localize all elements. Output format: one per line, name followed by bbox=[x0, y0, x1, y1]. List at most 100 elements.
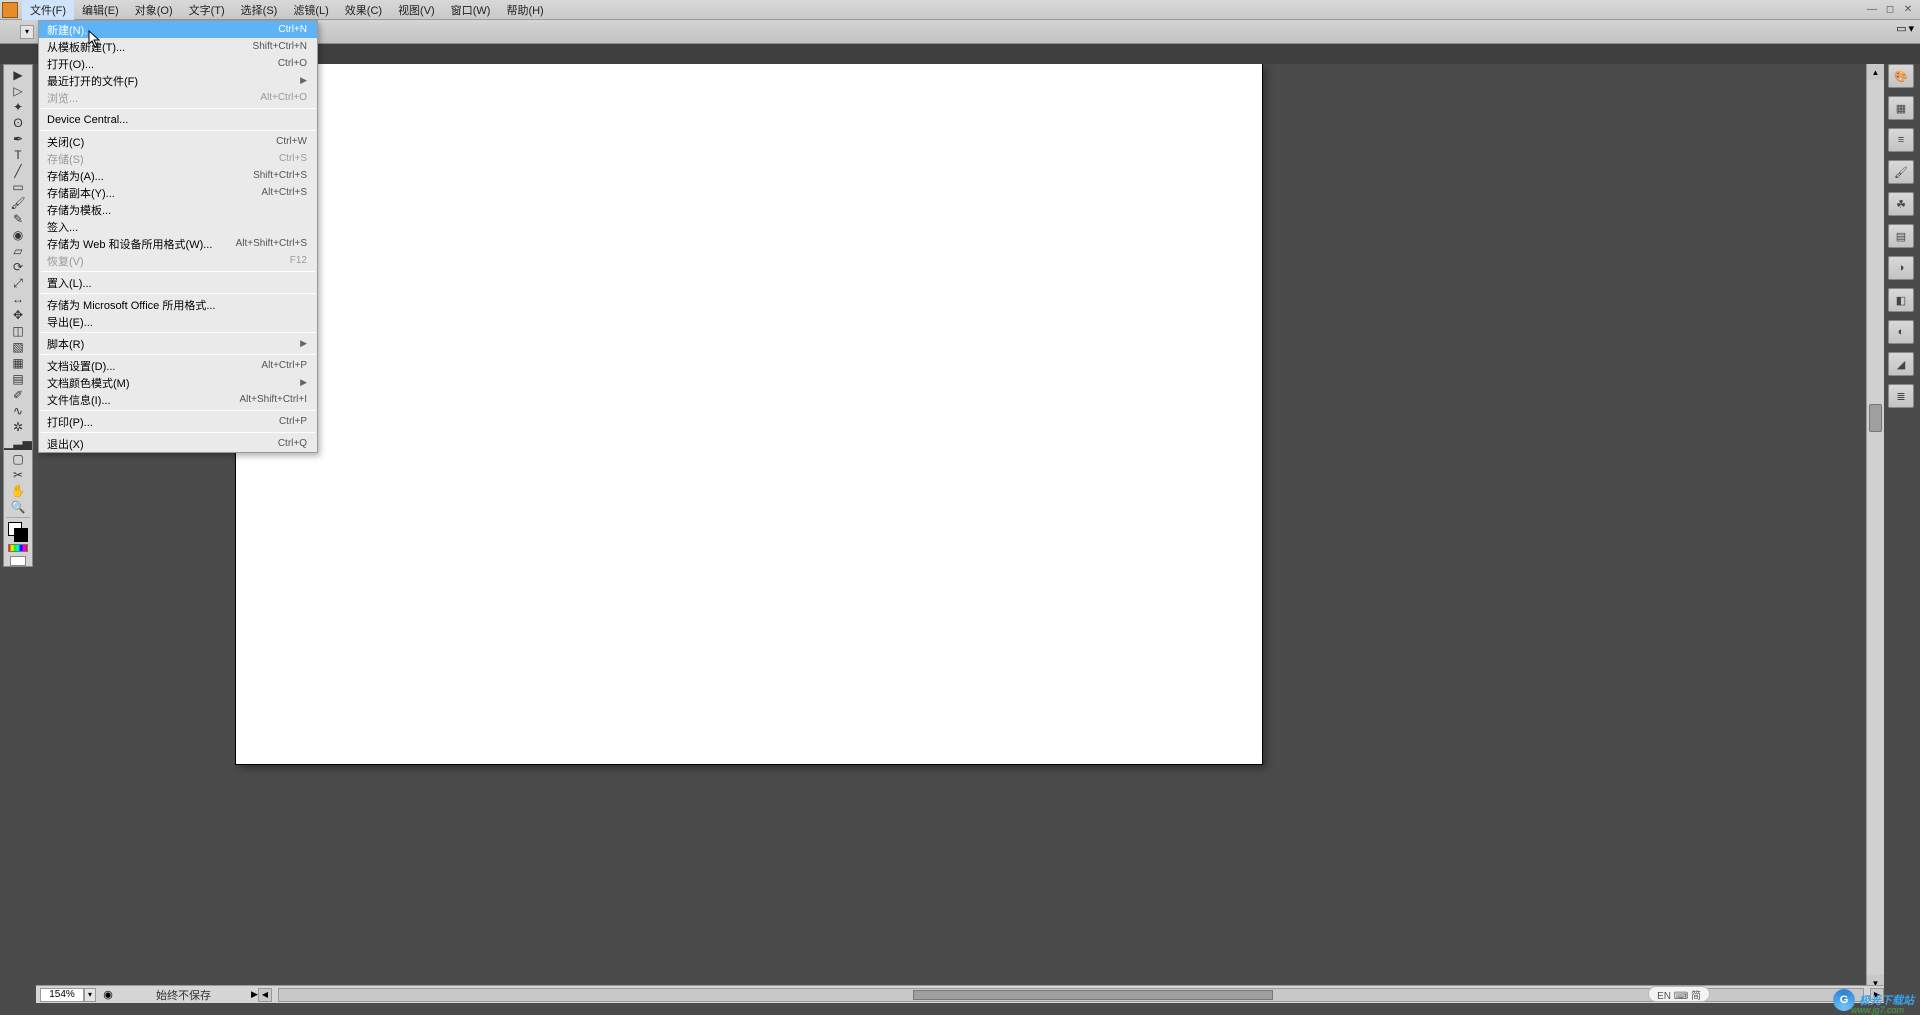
options-dropdown[interactable]: ▾ bbox=[20, 25, 34, 39]
file-menu-item[interactable]: 文件信息(I)...Alt+Shift+Ctrl+I bbox=[39, 391, 317, 408]
file-menu-item[interactable]: 文档设置(D)...Alt+Ctrl+P bbox=[39, 357, 317, 374]
menu-edit[interactable]: 编辑(E) bbox=[74, 0, 127, 20]
rotate-tool[interactable]: ⟳ bbox=[6, 259, 30, 275]
zoom-tool[interactable]: 🔍 bbox=[6, 499, 30, 515]
artboard-tool[interactable]: ▢ bbox=[6, 451, 30, 467]
file-menu-item[interactable]: 退出(X)Ctrl+Q bbox=[39, 435, 317, 452]
lasso-tool[interactable]: ʘ bbox=[6, 115, 30, 131]
mesh-tool[interactable]: ▦ bbox=[6, 355, 30, 371]
symbols-panel-icon[interactable]: ☘ bbox=[1888, 192, 1914, 216]
transparency-panel-icon[interactable]: ◐ bbox=[1888, 320, 1914, 344]
stroke-panel-icon[interactable]: ≡ bbox=[1888, 128, 1914, 152]
scale-tool[interactable]: ⤢ bbox=[6, 275, 30, 291]
symbol-sprayer-tool[interactable]: ✲ bbox=[6, 419, 30, 435]
hand-tool[interactable]: ✋ bbox=[6, 483, 30, 499]
appearance-panel-icon[interactable]: ◑ bbox=[1888, 256, 1914, 280]
menu-item-label: 浏览... bbox=[47, 90, 260, 106]
file-menu-item[interactable]: 导出(E)... bbox=[39, 313, 317, 330]
menubar: 文件(F) 编辑(E) 对象(O) 文字(T) 选择(S) 滤镜(L) 效果(C… bbox=[0, 0, 1920, 20]
brushes-panel-icon[interactable]: 🖌 bbox=[1888, 160, 1914, 184]
fill-stroke-swatches[interactable] bbox=[6, 522, 30, 542]
graphic-styles-panel-icon[interactable]: ◧ bbox=[1888, 288, 1914, 312]
horizontal-scrollbar[interactable] bbox=[278, 988, 1864, 1002]
scroll-up-arrow[interactable]: ▲ bbox=[1867, 64, 1884, 80]
vertical-scrollbar[interactable]: ▲ ▼ bbox=[1866, 64, 1884, 991]
line-tool[interactable]: ╱ bbox=[6, 163, 30, 179]
perspective-tool[interactable]: ▧ bbox=[6, 339, 30, 355]
ime-indicator[interactable]: EN ⌨ 简 bbox=[1648, 986, 1710, 1002]
magic-wand-tool[interactable]: ✦ bbox=[6, 99, 30, 115]
paintbrush-tool[interactable]: 🖌 bbox=[6, 195, 30, 211]
slice-tool[interactable]: ✂ bbox=[6, 467, 30, 483]
menu-view[interactable]: 视图(V) bbox=[390, 0, 443, 20]
file-menu-item[interactable]: 置入(L)... bbox=[39, 274, 317, 291]
menu-item-label: 新建(N)... bbox=[47, 22, 278, 38]
layers-panel-icon[interactable]: ▤ bbox=[1888, 224, 1914, 248]
file-menu-item[interactable]: 存储副本(Y)...Alt+Ctrl+S bbox=[39, 184, 317, 201]
minimize-button[interactable]: — bbox=[1864, 2, 1880, 16]
menu-item-shortcut: Alt+Ctrl+S bbox=[261, 187, 307, 198]
swatches-panel-icon[interactable]: ▦ bbox=[1888, 96, 1914, 120]
hscroll-thumb[interactable] bbox=[913, 990, 1273, 1000]
menu-filter[interactable]: 滤镜(L) bbox=[285, 0, 336, 20]
menu-item-label: 文件信息(I)... bbox=[47, 392, 239, 408]
close-button[interactable]: ✕ bbox=[1900, 2, 1916, 16]
width-tool[interactable]: ↔ bbox=[6, 291, 30, 307]
menu-object[interactable]: 对象(O) bbox=[127, 0, 181, 20]
color-spectrum-icon[interactable] bbox=[8, 544, 28, 552]
workspace-switcher-icon[interactable]: ▭ bbox=[1896, 22, 1906, 35]
navigator-icon[interactable]: ◉ bbox=[100, 988, 116, 1002]
file-menu-item[interactable]: 文档颜色模式(M)▶ bbox=[39, 374, 317, 391]
column-graph-tool[interactable]: ▁▃▅ bbox=[6, 435, 30, 451]
file-menu-item[interactable]: 存储为 Microsoft Office 所用格式... bbox=[39, 296, 317, 313]
file-menu-item[interactable]: 存储为 Web 和设备所用格式(W)...Alt+Shift+Ctrl+S bbox=[39, 235, 317, 252]
submenu-arrow-icon: ▶ bbox=[300, 338, 307, 349]
file-menu-item[interactable]: 打印(P)...Ctrl+P bbox=[39, 413, 317, 430]
stroke-swatch[interactable] bbox=[14, 528, 28, 542]
rectangle-tool[interactable]: ▭ bbox=[6, 179, 30, 195]
menu-window[interactable]: 窗口(W) bbox=[443, 0, 499, 20]
blob-brush-tool[interactable]: ◉ bbox=[6, 227, 30, 243]
file-menu-item[interactable]: 脚本(R)▶ bbox=[39, 335, 317, 352]
file-menu-item[interactable]: 签入... bbox=[39, 218, 317, 235]
gradient-panel-icon[interactable]: ◢ bbox=[1888, 352, 1914, 376]
scroll-thumb[interactable] bbox=[1869, 404, 1882, 432]
file-menu-item[interactable]: 新建(N)...Ctrl+N bbox=[39, 21, 317, 38]
document-status-menu[interactable]: ▶ bbox=[251, 989, 258, 1000]
menu-file[interactable]: 文件(F) bbox=[22, 0, 74, 20]
maximize-button[interactable]: ◻ bbox=[1882, 2, 1898, 16]
color-panel-icon[interactable]: 🎨 bbox=[1888, 64, 1914, 88]
shape-builder-tool[interactable]: ◫ bbox=[6, 323, 30, 339]
file-menu-item[interactable]: 打开(O)...Ctrl+O bbox=[39, 55, 317, 72]
pen-tool[interactable]: ✒ bbox=[6, 131, 30, 147]
file-menu-item[interactable]: 从模板新建(T)...Shift+Ctrl+N bbox=[39, 38, 317, 55]
eyedropper-tool[interactable]: ✐ bbox=[6, 387, 30, 403]
file-menu-item[interactable]: 关闭(C)Ctrl+W bbox=[39, 133, 317, 150]
menu-effect[interactable]: 效果(C) bbox=[337, 0, 390, 20]
artboard[interactable] bbox=[236, 64, 1262, 764]
app-icon bbox=[2, 2, 18, 18]
status-bar: 154% ▾ ◉ 始终不保存 ▶ ◀ ▶ bbox=[36, 985, 1884, 1003]
file-menu-item[interactable]: 最近打开的文件(F)▶ bbox=[39, 72, 317, 89]
menu-type[interactable]: 文字(T) bbox=[181, 0, 233, 20]
menu-help[interactable]: 帮助(H) bbox=[498, 0, 551, 20]
file-menu-item: 恢复(V)F12 bbox=[39, 252, 317, 269]
menu-select[interactable]: 选择(S) bbox=[233, 0, 286, 20]
selection-tool[interactable]: ▶ bbox=[6, 67, 30, 83]
pencil-tool[interactable]: ✎ bbox=[6, 211, 30, 227]
free-transform-tool[interactable]: ✥ bbox=[6, 307, 30, 323]
hscroll-left-arrow[interactable]: ◀ bbox=[258, 988, 272, 1002]
blend-tool[interactable]: ∿ bbox=[6, 403, 30, 419]
gradient-tool[interactable]: ▤ bbox=[6, 371, 30, 387]
zoom-field[interactable]: 154% bbox=[40, 988, 84, 1002]
eraser-tool[interactable]: ▱ bbox=[6, 243, 30, 259]
zoom-dropdown[interactable]: ▾ bbox=[84, 988, 96, 1002]
screen-mode-button[interactable] bbox=[10, 556, 26, 566]
screen-mode-icon[interactable]: ▾ bbox=[1908, 22, 1914, 35]
file-menu-item[interactable]: Device Central... bbox=[39, 111, 317, 128]
file-menu-item[interactable]: 存储为(A)...Shift+Ctrl+S bbox=[39, 167, 317, 184]
direct-selection-tool[interactable]: ▷ bbox=[6, 83, 30, 99]
align-panel-icon[interactable]: ≣ bbox=[1888, 384, 1914, 408]
type-tool[interactable]: T bbox=[6, 147, 30, 163]
file-menu-item[interactable]: 存储为模板... bbox=[39, 201, 317, 218]
